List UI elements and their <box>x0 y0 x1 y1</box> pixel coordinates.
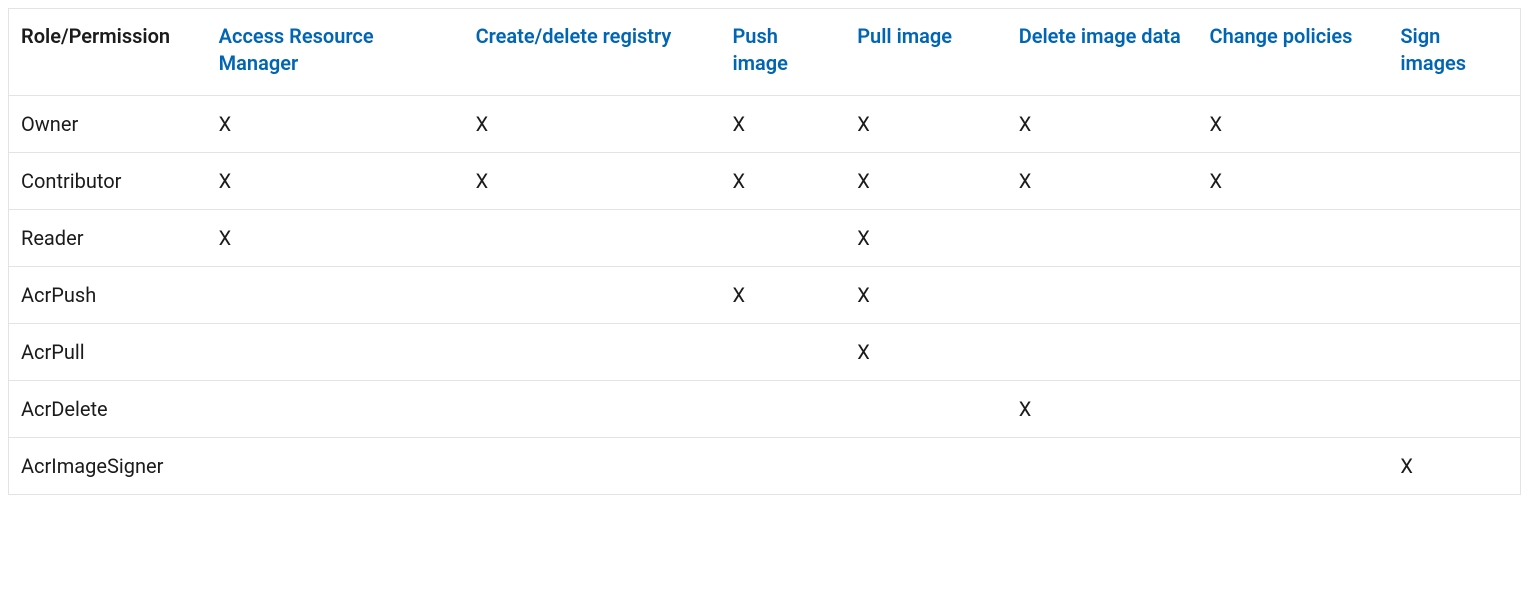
col-header-pull-image: Pull image <box>845 9 1006 96</box>
table-header-row: Role/Permission Access Resource Manager … <box>9 9 1521 96</box>
permission-cell: X <box>845 210 1006 267</box>
col-header-role: Role/Permission <box>9 9 207 96</box>
table-row: ContributorXXXXXX <box>9 153 1521 210</box>
permission-cell <box>464 267 721 324</box>
permission-cell <box>1198 324 1389 381</box>
table-row: AcrImageSigner X <box>9 438 1521 495</box>
permission-cell <box>1388 210 1520 267</box>
permission-cell: X <box>845 324 1006 381</box>
permission-cell <box>1198 438 1389 495</box>
permission-cell <box>1388 153 1520 210</box>
header-link-delete-image-data[interactable]: Delete image data <box>1019 24 1181 48</box>
header-link-push-image[interactable]: Push image <box>732 24 787 75</box>
permission-cell: X <box>1198 96 1389 153</box>
role-name: AcrDelete <box>9 381 207 438</box>
col-header-access-resource-manager: Access Resource Manager <box>207 9 464 96</box>
permission-cell <box>1388 267 1520 324</box>
table-row: AcrPull X <box>9 324 1521 381</box>
permission-cell: X <box>845 153 1006 210</box>
table-row: AcrPush XX <box>9 267 1521 324</box>
role-name: AcrPush <box>9 267 207 324</box>
permission-cell <box>464 210 721 267</box>
permission-cell: X <box>464 153 721 210</box>
permission-cell: X <box>1007 381 1198 438</box>
permission-cell <box>1388 381 1520 438</box>
table-row: OwnerXXXXXX <box>9 96 1521 153</box>
permission-cell: X <box>845 96 1006 153</box>
permission-cell: X <box>845 267 1006 324</box>
col-header-sign-images: Sign images <box>1388 9 1520 96</box>
permission-cell <box>845 381 1006 438</box>
permission-cell <box>1007 324 1198 381</box>
permission-cell: X <box>207 153 464 210</box>
permission-cell <box>1007 438 1198 495</box>
permission-cell <box>1388 96 1520 153</box>
permission-cell <box>1007 210 1198 267</box>
col-header-create-delete-registry: Create/delete registry <box>464 9 721 96</box>
permission-cell: X <box>720 267 845 324</box>
role-name: Owner <box>9 96 207 153</box>
permission-cell <box>464 438 721 495</box>
header-link-create-delete-registry[interactable]: Create/delete registry <box>476 24 672 48</box>
permission-cell: X <box>720 153 845 210</box>
permission-cell: X <box>207 210 464 267</box>
permission-cell: X <box>207 96 464 153</box>
role-permission-table: Role/Permission Access Resource Manager … <box>8 8 1521 495</box>
role-name: Contributor <box>9 153 207 210</box>
col-header-delete-image-data: Delete image data <box>1007 9 1198 96</box>
header-link-pull-image[interactable]: Pull image <box>857 24 952 48</box>
permission-cell <box>207 267 464 324</box>
header-link-change-policies[interactable]: Change policies <box>1210 24 1353 48</box>
col-header-change-policies: Change policies <box>1198 9 1389 96</box>
header-link-access-resource-manager[interactable]: Access Resource Manager <box>219 24 374 75</box>
role-name: AcrPull <box>9 324 207 381</box>
permission-cell: X <box>1198 153 1389 210</box>
role-name: AcrImageSigner <box>9 438 207 495</box>
permission-cell <box>845 438 1006 495</box>
permission-cell <box>720 438 845 495</box>
permission-cell <box>1198 267 1389 324</box>
permission-cell: X <box>1388 438 1520 495</box>
permission-cell: X <box>1007 153 1198 210</box>
permission-cell <box>1007 267 1198 324</box>
permission-cell <box>464 381 721 438</box>
permission-cell: X <box>464 96 721 153</box>
permission-cell: X <box>1007 96 1198 153</box>
permission-cell: X <box>720 96 845 153</box>
permission-cell <box>464 324 721 381</box>
header-link-sign-images[interactable]: Sign images <box>1400 24 1466 75</box>
table-row: AcrDelete X <box>9 381 1521 438</box>
permission-cell <box>720 210 845 267</box>
col-header-push-image: Push image <box>720 9 845 96</box>
permission-cell <box>1198 210 1389 267</box>
permission-cell <box>1388 324 1520 381</box>
permission-cell <box>207 324 464 381</box>
role-name: Reader <box>9 210 207 267</box>
permission-cell <box>720 381 845 438</box>
permission-cell <box>207 381 464 438</box>
permission-cell <box>720 324 845 381</box>
permission-cell <box>1198 381 1389 438</box>
permission-cell <box>207 438 464 495</box>
table-row: ReaderXX <box>9 210 1521 267</box>
